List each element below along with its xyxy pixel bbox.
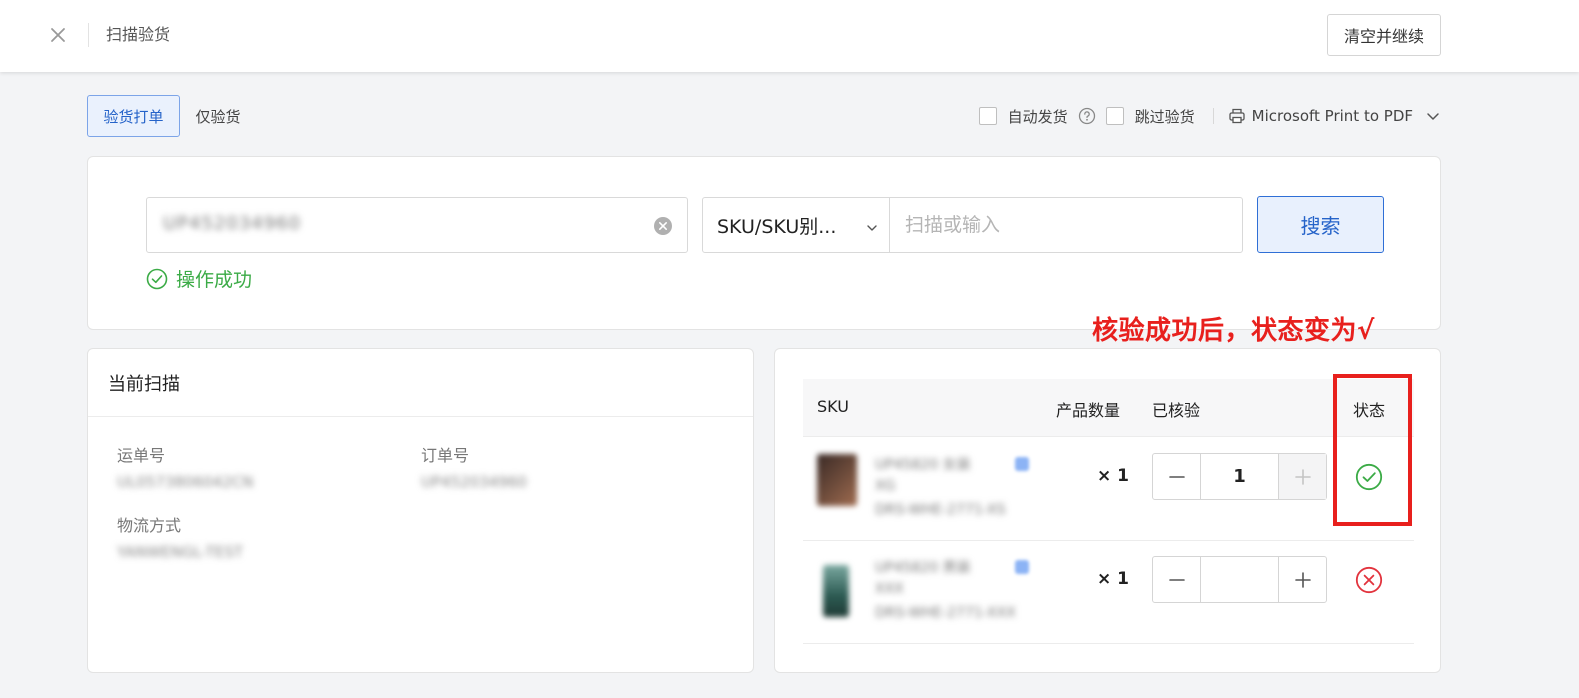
title-divider [88, 23, 89, 47]
decrement-button[interactable] [1153, 557, 1201, 602]
product-quantity: × 1 [1097, 569, 1129, 589]
product-thumbnail [823, 565, 849, 617]
shipping-value: YANWENGL-TEST [117, 543, 244, 561]
tracking-value: UL0573806042CN [117, 473, 254, 491]
chevron-down-icon [865, 218, 879, 232]
table-row: UP45820 男装 XXX DRS-WHE-2771-XXX × 1 [803, 541, 1414, 644]
sku-code: DRS-WHE-2771-XXX [875, 605, 1016, 621]
search-card: UP452034960 SKU/SKU别... 搜索 操作成功 [87, 156, 1441, 330]
search-button[interactable]: 搜索 [1257, 196, 1384, 253]
table-header: SKU 产品数量 已核验 状态 [803, 379, 1414, 437]
printer-select[interactable]: Microsoft Print to PDF [1252, 107, 1413, 125]
check-circle-icon [146, 268, 168, 289]
scan-input[interactable]: UP452034960 [146, 197, 688, 253]
options-bar: 自动发货 跳过验货 Microsoft Print to PDF [978, 102, 1441, 130]
current-scan-card: 当前扫描 运单号 UL0573806042CN 订单号 UP452034960 … [87, 348, 754, 673]
sku-variant: XXX [875, 581, 904, 597]
clear-and-continue-button[interactable]: 清空并继续 [1327, 14, 1441, 56]
column-header-quantity: 产品数量 [1056, 401, 1121, 420]
tracking-label: 运单号 [117, 446, 166, 465]
plus-icon [1294, 571, 1311, 588]
tab-check-and-print[interactable]: 验货打单 [87, 95, 180, 137]
status-highlight-box [1333, 374, 1412, 526]
tracking-field: 运单号 UL0573806042CN [117, 446, 253, 492]
chevron-down-icon[interactable] [1425, 108, 1441, 124]
decrement-button[interactable] [1153, 454, 1201, 499]
skip-check-label: 跳过验货 [1134, 107, 1195, 126]
product-quantity: × 1 [1097, 466, 1129, 486]
shipping-field: 物流方式 YANWENGL-TEST [117, 516, 243, 562]
printer-icon [1228, 107, 1246, 125]
order-field: 订单号 UP452034960 [421, 446, 527, 492]
increment-button[interactable] [1278, 454, 1326, 499]
product-thumbnail [817, 454, 857, 506]
close-icon[interactable] [47, 24, 69, 46]
sku-code: DRS-WHE-2771-XS [875, 502, 1006, 518]
scan-input-value: UP452034960 [163, 213, 302, 234]
clear-input-icon[interactable] [653, 216, 673, 236]
tab-check-only[interactable]: 仅验货 [188, 95, 248, 137]
success-message-text: 操作成功 [176, 269, 253, 291]
increment-button[interactable] [1278, 557, 1326, 602]
verified-count-input[interactable] [1201, 557, 1278, 602]
verified-stepper [1152, 556, 1327, 603]
current-scan-title: 当前扫描 [88, 349, 753, 417]
error-status-icon [1355, 566, 1383, 594]
search-type-select[interactable]: SKU/SKU别... [702, 197, 890, 253]
auto-ship-checkbox[interactable] [978, 107, 997, 125]
search-type-value: SKU/SKU别... [717, 215, 837, 238]
shipping-label: 物流方式 [117, 516, 182, 535]
minus-icon [1168, 475, 1185, 478]
success-message: 操作成功 [146, 265, 252, 292]
annotation-text: 核验成功后，状态变为√ [1092, 316, 1375, 346]
minus-icon [1168, 578, 1185, 581]
column-header-sku: SKU [817, 397, 849, 416]
help-icon[interactable] [1078, 107, 1096, 125]
order-label: 订单号 [421, 446, 470, 465]
verified-count-input[interactable] [1201, 454, 1278, 499]
order-value: UP452034960 [421, 473, 527, 491]
sku-tag-icon [1015, 560, 1029, 574]
column-header-verified: 已核验 [1152, 401, 1201, 420]
keyword-input[interactable] [889, 197, 1243, 253]
page-title: 扫描验货 [106, 25, 171, 44]
sku-name: UP45820 女装 [875, 457, 971, 473]
sku-tag-icon [1015, 457, 1029, 471]
sku-variant: XG [875, 478, 896, 494]
plus-icon [1294, 468, 1311, 485]
top-bar: 扫描验货 清空并继续 [0, 0, 1579, 72]
verified-stepper [1152, 453, 1327, 500]
skip-check-checkbox[interactable] [1105, 107, 1124, 125]
sku-name: UP45820 男装 [875, 560, 971, 576]
options-divider [1212, 108, 1214, 124]
table-row: UP45820 女装 XG DRS-WHE-2771-XS × 1 [803, 438, 1414, 541]
auto-ship-label: 自动发货 [1007, 107, 1068, 126]
